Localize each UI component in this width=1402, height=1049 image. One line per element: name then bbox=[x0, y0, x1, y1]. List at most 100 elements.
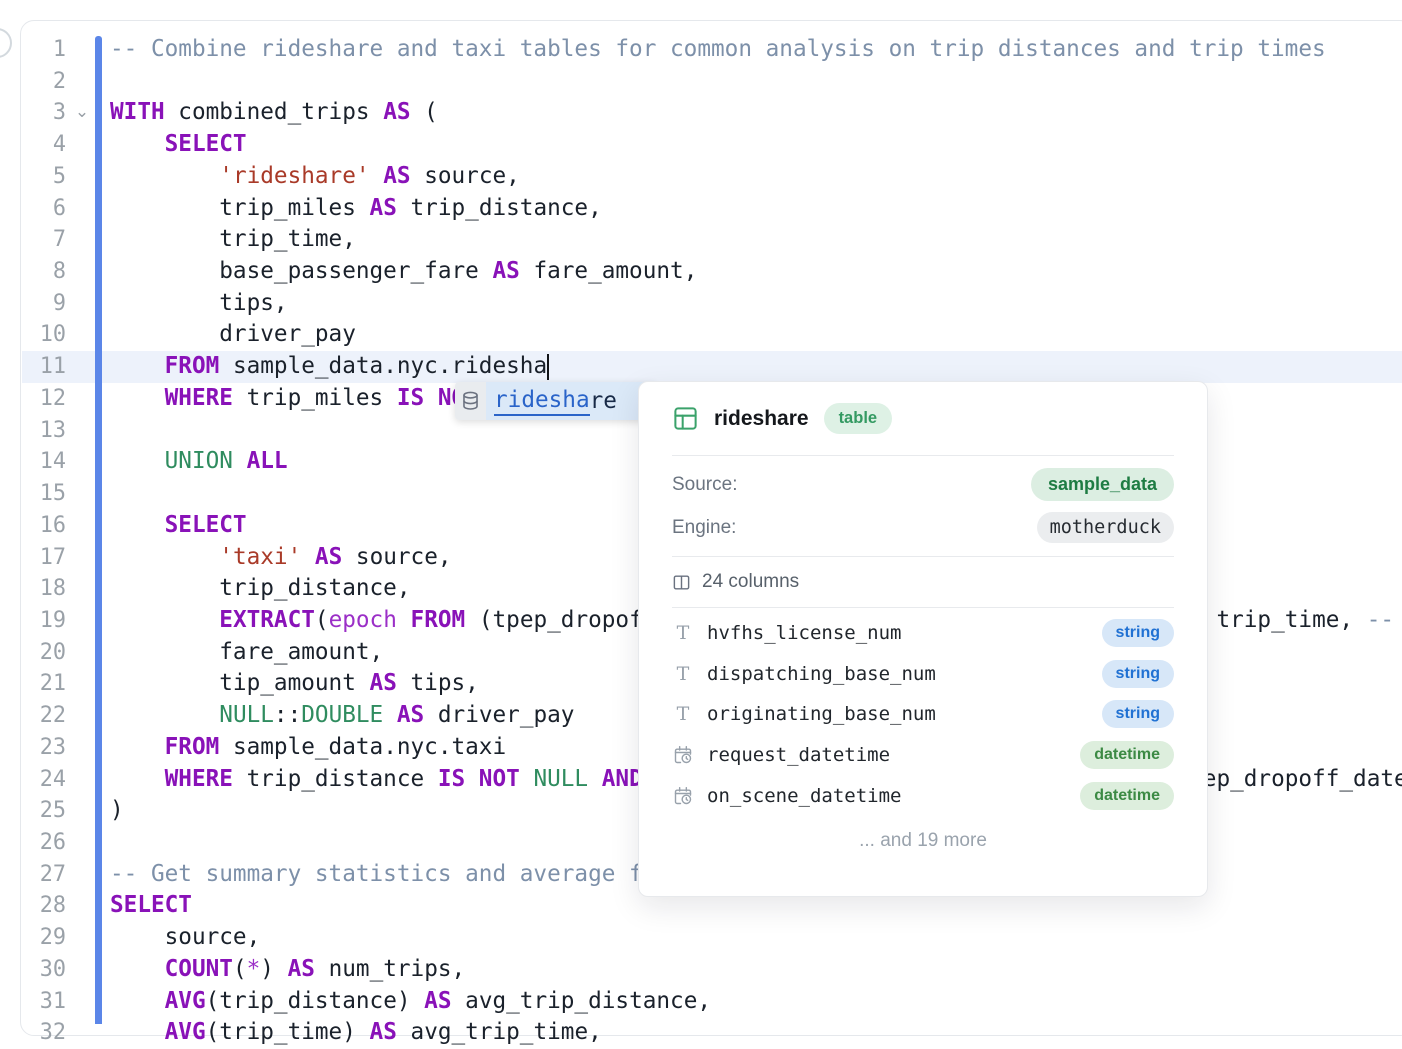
line-number: 28 bbox=[22, 890, 66, 922]
chevron-down-icon[interactable]: ⌄ bbox=[72, 97, 92, 129]
column-type-badge: string bbox=[1102, 660, 1174, 688]
suggestion-matched-text: ridesha bbox=[494, 387, 590, 416]
line-number: 30 bbox=[22, 954, 66, 986]
code-line[interactable]: driver_pay bbox=[110, 319, 356, 351]
column-name: originating_base_num bbox=[707, 703, 1102, 725]
text-type-icon: T bbox=[677, 703, 690, 725]
line-number: 16 bbox=[22, 510, 66, 542]
line-number: 2 bbox=[22, 66, 66, 98]
code-line[interactable]: trip_distance, bbox=[110, 573, 411, 605]
collapsed-side-button[interactable] bbox=[0, 28, 12, 58]
column-name: dispatching_base_num bbox=[707, 663, 1102, 685]
text-cursor bbox=[547, 354, 549, 380]
calendar-clock-icon bbox=[673, 745, 693, 765]
code-line[interactable]: 'taxi' AS source, bbox=[110, 542, 452, 574]
column-row: T on_scene_datetime datetime bbox=[672, 775, 1174, 816]
line-number: 5 bbox=[22, 161, 66, 193]
suggestion-rest-text: re bbox=[590, 388, 617, 414]
code-line[interactable]: tip_amount AS tips, bbox=[110, 668, 479, 700]
calendar-clock-icon bbox=[673, 786, 693, 806]
line-number: 10 bbox=[22, 319, 66, 351]
database-icon bbox=[455, 382, 486, 420]
code-line[interactable]: UNION ALL bbox=[110, 446, 288, 478]
line-number: 1 bbox=[22, 34, 66, 66]
column-name: on_scene_datetime bbox=[707, 785, 1080, 807]
line-number: 13 bbox=[22, 415, 66, 447]
columns-list: T hvfhs_license_num string T bbox=[672, 608, 1174, 816]
more-columns-indicator: ... and 19 more bbox=[672, 816, 1174, 852]
column-type-badge: datetime bbox=[1080, 741, 1174, 769]
line-number: 6 bbox=[22, 193, 66, 225]
column-row: T hvfhs_license_num string bbox=[672, 613, 1174, 654]
line-number: 23 bbox=[22, 732, 66, 764]
code-line[interactable]: SELECT bbox=[110, 510, 247, 542]
line-number: 17 bbox=[22, 542, 66, 574]
suggestion-item-rideshare[interactable]: rideshare bbox=[486, 382, 656, 420]
cell-accent-bar bbox=[95, 36, 102, 1024]
line-number: 19 bbox=[22, 605, 66, 637]
line-number: 8 bbox=[22, 256, 66, 288]
line-number: 31 bbox=[22, 986, 66, 1018]
code-line[interactable]: -- Combine rideshare and taxi tables for… bbox=[110, 34, 1326, 66]
line-number: 25 bbox=[22, 795, 66, 827]
source-label: Source: bbox=[672, 474, 737, 496]
source-row: Source: sample_data bbox=[672, 463, 1174, 506]
code-line[interactable]: FROM sample_data.nyc.taxi bbox=[110, 732, 506, 764]
code-line[interactable]: SELECT bbox=[110, 890, 192, 922]
engine-row: Engine: motherduck bbox=[672, 506, 1174, 549]
line-number: 29 bbox=[22, 922, 66, 954]
code-line[interactable]: ) bbox=[110, 795, 124, 827]
text-type-icon: T bbox=[677, 622, 690, 644]
table-name: rideshare bbox=[714, 407, 809, 431]
table-type-badge: table bbox=[824, 403, 893, 434]
code-line[interactable]: NULL::DOUBLE AS driver_pay bbox=[110, 700, 574, 732]
engine-value-badge: motherduck bbox=[1037, 512, 1174, 543]
line-number: 9 bbox=[22, 288, 66, 320]
line-number: 14 bbox=[22, 446, 66, 478]
column-row: T originating_base_num string bbox=[672, 694, 1174, 735]
code-line[interactable]: base_passenger_fare AS fare_amount, bbox=[110, 256, 697, 288]
columns-icon bbox=[672, 573, 691, 592]
code-line[interactable]: WITH combined_trips AS ( bbox=[110, 97, 438, 129]
code-line[interactable]: 'rideshare' AS source, bbox=[110, 161, 520, 193]
line-number: 18 bbox=[22, 573, 66, 605]
code-line[interactable]: fare_amount, bbox=[110, 637, 383, 669]
code-line[interactable]: tips, bbox=[110, 288, 288, 320]
line-number: 27 bbox=[22, 859, 66, 891]
columns-count: 24 columns bbox=[702, 571, 799, 593]
line-number: 21 bbox=[22, 668, 66, 700]
column-type-badge: string bbox=[1102, 619, 1174, 647]
line-number: 12 bbox=[22, 383, 66, 415]
engine-label: Engine: bbox=[672, 517, 736, 539]
code-line[interactable]: COUNT(*) AS num_trips, bbox=[110, 954, 465, 986]
code-line[interactable]: FROM sample_data.nyc.ridesha bbox=[110, 351, 547, 383]
column-type-badge: datetime bbox=[1080, 782, 1174, 810]
code-line[interactable]: SELECT bbox=[110, 129, 247, 161]
line-number: 32 bbox=[22, 1017, 66, 1049]
line-number: 24 bbox=[22, 764, 66, 796]
code-line[interactable]: trip_miles AS trip_distance, bbox=[110, 193, 602, 225]
line-number: 22 bbox=[22, 700, 66, 732]
line-number: 15 bbox=[22, 478, 66, 510]
code-line[interactable]: AVG(trip_distance) AS avg_trip_distance, bbox=[110, 986, 711, 1018]
line-number: 20 bbox=[22, 637, 66, 669]
column-type-badge: string bbox=[1102, 700, 1174, 728]
code-line[interactable]: AVG(trip_time) AS avg_trip_time, bbox=[110, 1017, 602, 1049]
text-type-icon: T bbox=[677, 663, 690, 685]
line-number: 4 bbox=[22, 129, 66, 161]
line-number: 26 bbox=[22, 827, 66, 859]
source-value-badge: sample_data bbox=[1031, 468, 1174, 501]
code-line[interactable]: source, bbox=[110, 922, 260, 954]
column-row: T dispatching_base_num string bbox=[672, 654, 1174, 695]
line-number: 11 bbox=[22, 351, 66, 383]
columns-count-row: 24 columns bbox=[672, 557, 1174, 607]
column-row: T request_datetime datetime bbox=[672, 735, 1174, 776]
column-name: request_datetime bbox=[707, 744, 1080, 766]
line-number: 3 bbox=[22, 97, 66, 129]
table-info-card: rideshare table Source: sample_data Engi… bbox=[638, 381, 1208, 897]
autocomplete-popup[interactable]: rideshare bbox=[455, 382, 656, 420]
line-number: 7 bbox=[22, 224, 66, 256]
code-line[interactable]: trip_time, bbox=[110, 224, 356, 256]
table-icon bbox=[672, 405, 699, 432]
table-card-header: rideshare table bbox=[672, 382, 1174, 455]
